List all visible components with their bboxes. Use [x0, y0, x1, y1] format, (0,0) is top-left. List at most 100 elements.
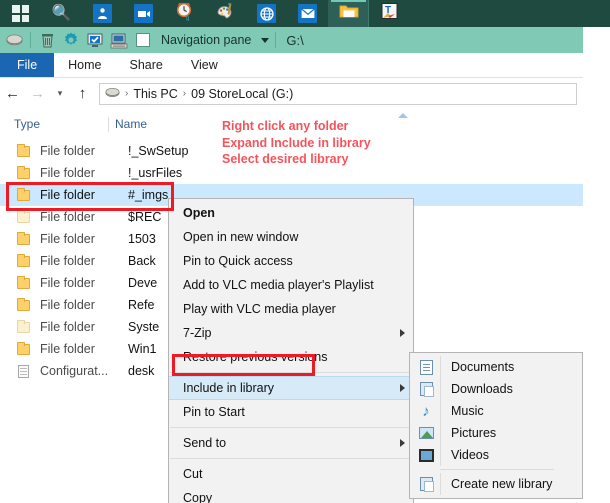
video-app-button[interactable] — [123, 0, 164, 27]
menu-item-send-to[interactable]: Send to — [169, 431, 413, 455]
file-type: File folder — [40, 254, 95, 268]
back-button[interactable]: ← — [0, 82, 25, 106]
menu-item-label: Cut — [183, 467, 203, 481]
navigation-pane-label[interactable]: Navigation pane — [161, 33, 251, 47]
menu-item-open[interactable]: Open — [169, 201, 413, 225]
empty-checkbox-icon[interactable] — [133, 30, 153, 50]
computer-icon[interactable] — [109, 30, 129, 50]
menu-item-play-with-vlc[interactable]: Play with VLC media player — [169, 297, 413, 321]
file-row[interactable]: File folder !_usrFiles — [0, 162, 583, 184]
file-type: Configurat... — [40, 364, 109, 378]
drive-disk-icon — [105, 87, 120, 101]
breadcrumb-drive[interactable]: 09 StoreLocal (G:) — [191, 87, 293, 101]
menu-item-label: Open — [183, 206, 215, 220]
column-header-type[interactable]: Type — [0, 117, 108, 131]
file-name: 1503 — [128, 232, 156, 246]
paint-app-button[interactable] — [205, 0, 246, 27]
submenu-item-label: Videos — [440, 444, 489, 466]
folder-icon — [12, 143, 34, 157]
menu-item-label: 7-Zip — [183, 326, 212, 340]
search-button[interactable]: 🔍 — [41, 0, 82, 27]
sort-ascending-arrow-icon — [398, 113, 408, 118]
menu-item-copy[interactable]: Copy — [169, 486, 413, 503]
submenu-item-videos[interactable]: Videos — [410, 444, 582, 466]
menu-divider — [170, 458, 412, 459]
tab-home[interactable]: Home — [54, 53, 115, 77]
tab-file[interactable]: File — [0, 53, 55, 77]
file-name: Deve — [128, 276, 158, 290]
menu-item-open-in-new-window[interactable]: Open in new window — [169, 225, 413, 249]
clock-alarm-icon: g — [175, 2, 194, 26]
context-menu: Open Open in new window Pin to Quick acc… — [168, 198, 414, 503]
downloads-library-icon — [414, 382, 438, 397]
submenu-item-music[interactable]: ♪ Music — [410, 400, 582, 422]
search-magnifier-icon: 🔍 — [51, 4, 72, 22]
submenu-item-create-new-library[interactable]: Create new library — [410, 473, 582, 495]
tab-view[interactable]: View — [177, 53, 232, 77]
video-camera-icon — [134, 4, 153, 23]
file-explorer-button[interactable] — [328, 0, 369, 27]
file-type: File folder — [40, 144, 95, 158]
submenu-item-label: Documents — [440, 356, 514, 378]
file-type: File folder — [40, 342, 95, 356]
gear-icon[interactable] — [61, 30, 81, 50]
submenu-arrow-icon — [400, 384, 405, 392]
drive-disk-icon[interactable] — [4, 30, 24, 50]
file-name: !_SwSetup — [128, 144, 189, 158]
menu-item-cut[interactable]: Cut — [169, 462, 413, 486]
folder-icon — [12, 341, 34, 355]
submenu-item-label: Create new library — [440, 473, 552, 495]
task-view-icon — [93, 4, 112, 23]
videos-library-icon — [414, 448, 438, 462]
file-name: Syste — [128, 320, 160, 334]
menu-item-add-to-vlc-playlist[interactable]: Add to VLC media player's Playlist — [169, 273, 413, 297]
menu-divider — [170, 372, 412, 373]
ribbon-tabs: File Home Share View — [0, 53, 583, 78]
clock-app-button[interactable]: g — [164, 0, 205, 27]
submenu-item-pictures[interactable]: Pictures — [410, 422, 582, 444]
menu-divider — [170, 427, 412, 428]
file-name: !_usrFiles — [128, 166, 183, 180]
file-row[interactable]: File folder !_SwSetup — [0, 140, 583, 162]
mail-button[interactable] — [287, 0, 328, 27]
submenu-divider — [440, 469, 554, 470]
menu-item-label: Copy — [183, 491, 213, 503]
chevron-down-icon[interactable] — [261, 37, 270, 43]
submenu-item-label: Music — [440, 400, 484, 422]
folder-icon — [12, 319, 34, 333]
include-in-library-submenu: Documents Downloads ♪ Music Pictures Vid… — [409, 352, 583, 499]
submenu-item-documents[interactable]: Documents — [410, 356, 582, 378]
menu-item-label: Pin to Quick access — [183, 254, 293, 268]
recycle-bin-icon[interactable] — [37, 30, 57, 50]
address-bar-row: ← → ▾ ↑ › This PC › 09 StoreLocal (G:) — [0, 80, 583, 107]
text-tool-button[interactable]: T — [369, 0, 410, 27]
monitor-check-icon[interactable] — [85, 30, 105, 50]
menu-item-pin-to-start[interactable]: Pin to Start — [169, 400, 413, 424]
breadcrumb-this-pc[interactable]: This PC — [133, 87, 177, 101]
file-explorer-screenshot: 🔍 g T Navigation pane G:\ File Home Shar… — [0, 0, 610, 503]
menu-item-pin-to-quick-access[interactable]: Pin to Quick access — [169, 249, 413, 273]
start-button[interactable] — [0, 0, 41, 27]
folder-icon — [12, 187, 34, 201]
submenu-item-label: Downloads — [440, 378, 513, 400]
menu-item-7zip[interactable]: 7-Zip — [169, 321, 413, 345]
new-library-icon — [414, 477, 438, 492]
file-type: File folder — [40, 188, 95, 202]
column-header-name[interactable]: Name — [108, 116, 218, 132]
address-input[interactable]: › This PC › 09 StoreLocal (G:) — [99, 82, 577, 105]
taskview-button[interactable] — [82, 0, 123, 27]
browser-button[interactable] — [246, 0, 287, 27]
forward-button[interactable]: → — [25, 82, 50, 106]
menu-item-restore-previous-versions[interactable]: Restore previous versions — [169, 345, 413, 369]
menu-item-label: Pin to Start — [183, 405, 245, 419]
folder-icon — [12, 209, 34, 223]
submenu-item-downloads[interactable]: Downloads — [410, 378, 582, 400]
file-name: Win1 — [128, 342, 157, 356]
menu-item-label: Include in library — [183, 381, 275, 395]
menu-item-include-in-library[interactable]: Include in library — [169, 376, 413, 400]
globe-icon — [257, 4, 276, 23]
tab-share[interactable]: Share — [116, 53, 177, 77]
recent-locations-button[interactable]: ▾ — [50, 82, 70, 106]
toolbar-divider — [30, 32, 31, 48]
up-button[interactable]: ↑ — [70, 82, 95, 106]
